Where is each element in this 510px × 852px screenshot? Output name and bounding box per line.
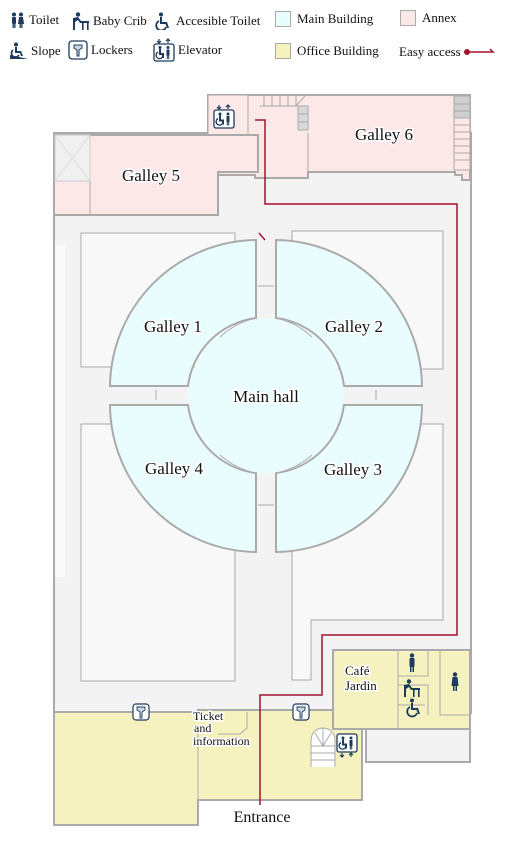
entrance-label[interactable]: Entrance — [232, 808, 292, 828]
galley1-label: Galley 1 — [144, 317, 202, 336]
main-hall-label: Main hall — [233, 387, 299, 406]
ticket-label-line2: and — [194, 721, 211, 735]
cafe-label-line2: Jardin — [345, 678, 377, 693]
lower-right-corridor — [365, 728, 471, 763]
galley5-label: Galley 5 — [122, 166, 180, 185]
cafe-label-line1: Café — [345, 663, 370, 678]
galley6-label: Galley 6 — [355, 125, 413, 144]
floor-map: Galley 6 Galley 5 Galley 1 Galley 2 Main… — [53, 94, 472, 828]
lockers-icon — [292, 703, 310, 721]
galley3-label: Galley 3 — [324, 460, 382, 479]
galley4-label: Galley 4 — [145, 459, 204, 478]
stairs-entrance — [310, 727, 336, 767]
stairs-right — [453, 95, 471, 171]
left-wall-strip — [55, 245, 65, 577]
lockers-icon — [132, 703, 150, 721]
galley2-label: Galley 2 — [325, 317, 383, 336]
ticket-label-line3: information — [193, 734, 250, 748]
